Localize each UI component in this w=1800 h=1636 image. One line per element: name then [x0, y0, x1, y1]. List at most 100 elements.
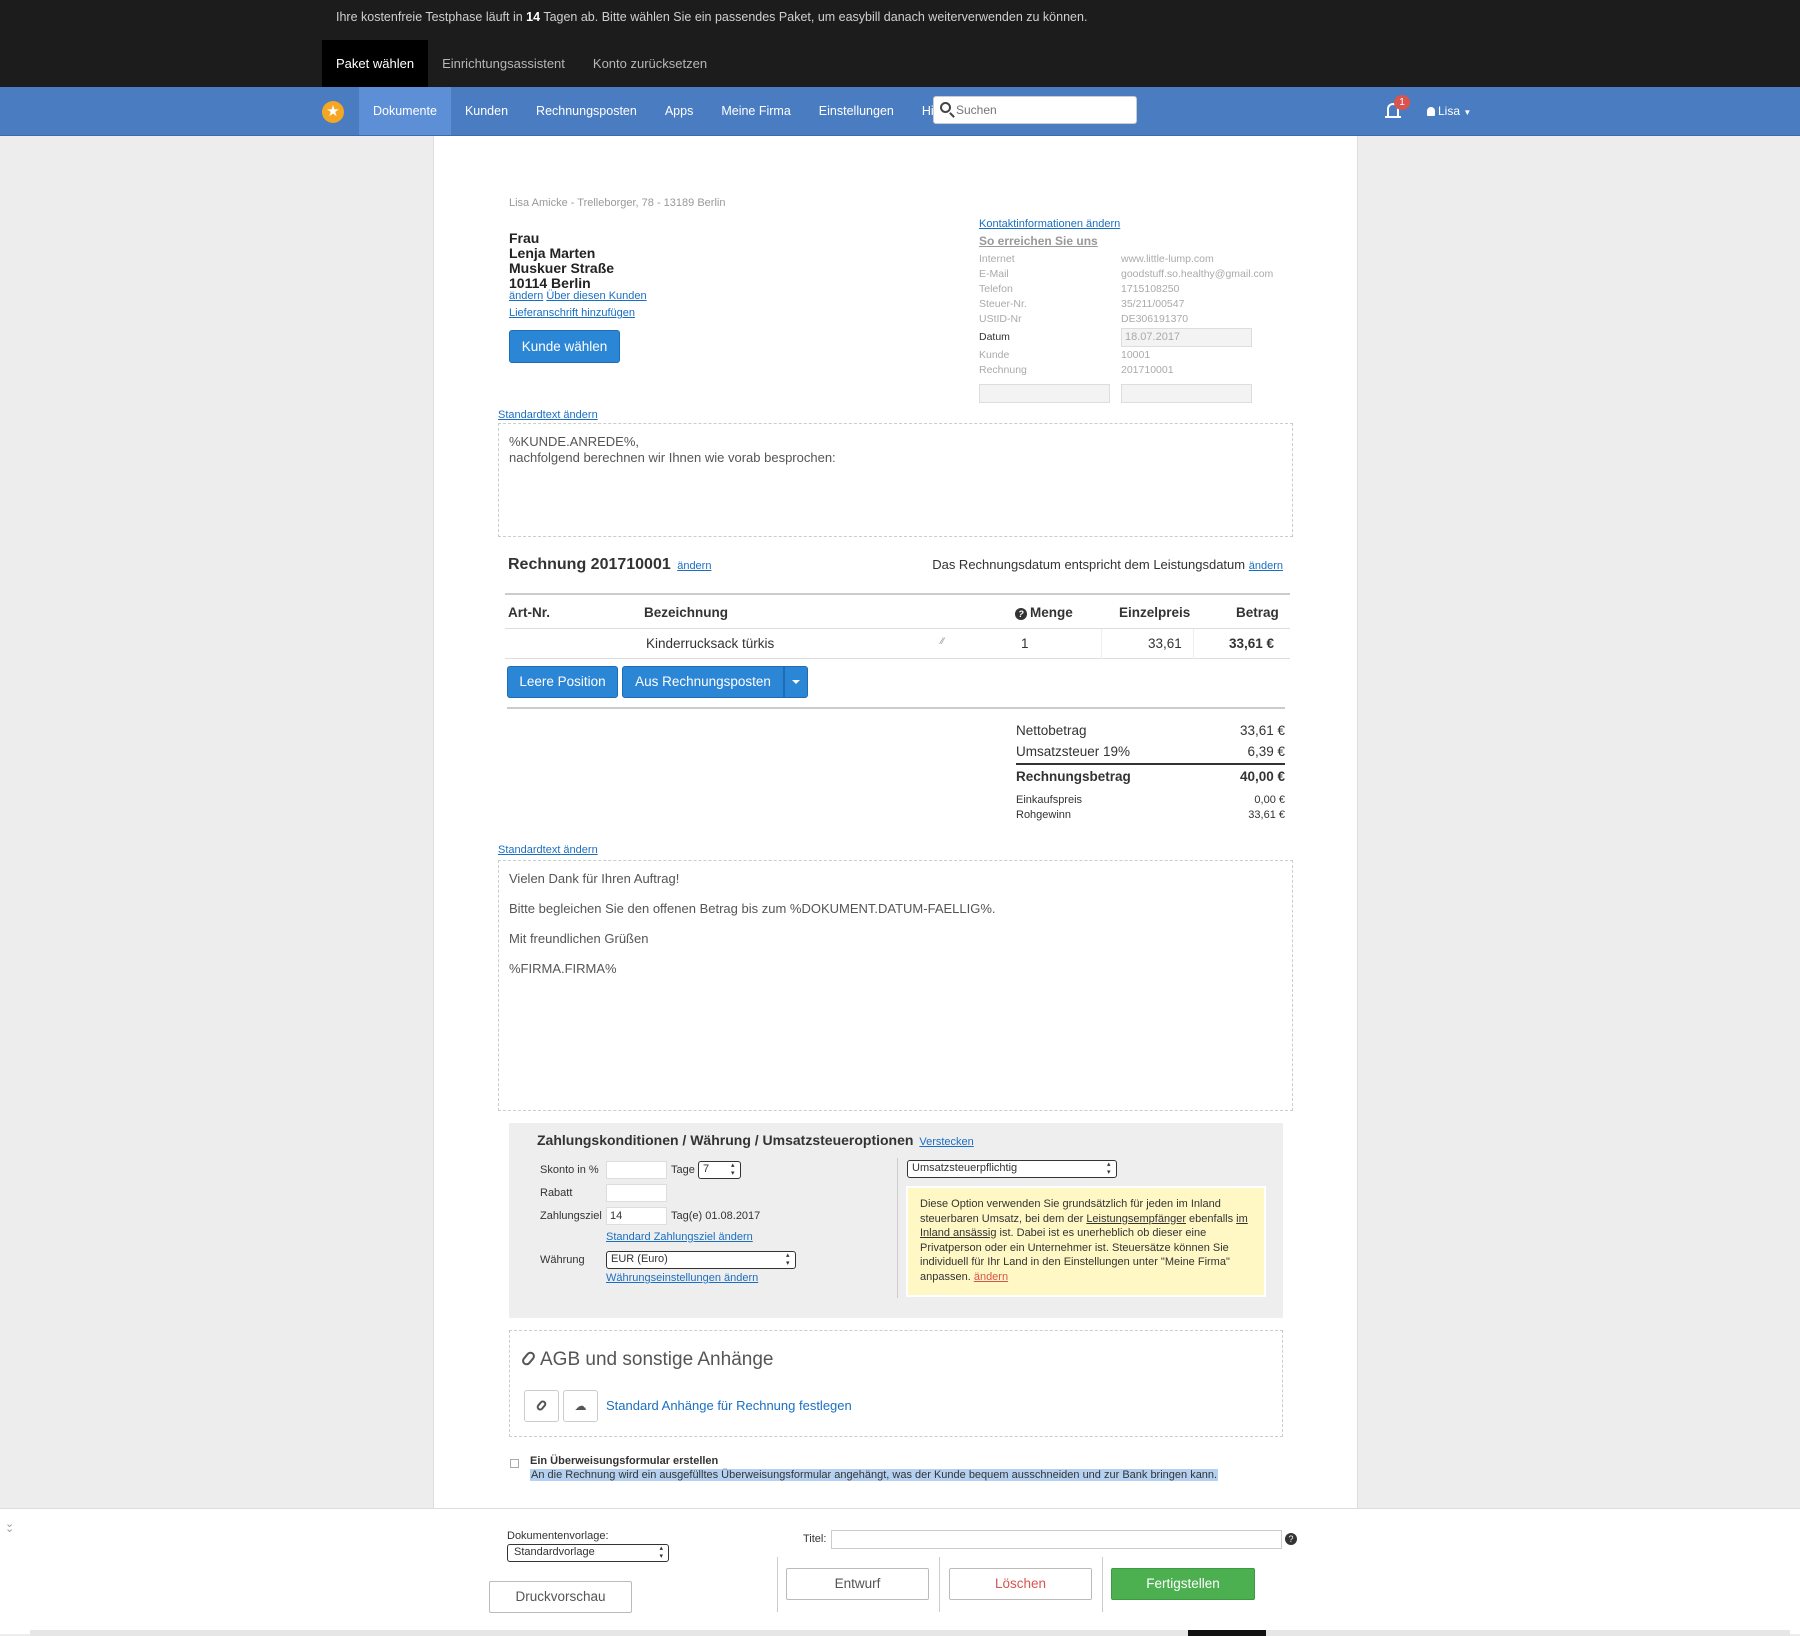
notification-badge: 1 — [1394, 95, 1410, 110]
template-select[interactable]: Standardvorlage ▴ ▾ — [507, 1544, 669, 1562]
nav-menu: Dokumente Kunden Rechnungsposten Apps Me… — [359, 87, 968, 135]
reach-us-title: So erreichen Sie uns — [979, 234, 1098, 248]
service-date-text: Das Rechnungsdatum entspricht dem Leistu… — [932, 557, 1246, 572]
tab-paket-waehlen[interactable]: Paket wählen — [322, 40, 429, 87]
info-value: 1715108250 — [1121, 283, 1180, 295]
tage-select[interactable]: 7 — [698, 1161, 741, 1179]
currency-select[interactable]: EUR (Euro) — [606, 1251, 796, 1269]
info-label: Internet — [979, 253, 1015, 265]
standard-attachments-link[interactable]: Standard Anhänge für Rechnung festlegen — [606, 1398, 852, 1413]
custom-field-2[interactable] — [1121, 384, 1252, 403]
paperclip-icon — [535, 1399, 548, 1412]
zahlungsziel-input[interactable]: 14 — [606, 1207, 667, 1225]
rabatt-label: Rabatt — [540, 1187, 573, 1199]
hide-payment-link[interactable]: Verstecken — [919, 1136, 973, 1148]
tax-settings-change-link[interactable]: ändern — [974, 1271, 1008, 1283]
recipient-salutation: Frau — [509, 230, 540, 246]
finish-button[interactable]: Fertigstellen — [1111, 1568, 1255, 1600]
about-customer-link[interactable]: Über diesen Kunden — [546, 290, 646, 302]
rabatt-input[interactable] — [606, 1184, 667, 1202]
col-betrag: Betrag — [1236, 605, 1279, 620]
tax-option-select[interactable]: Umsatzsteuerpflichtig — [907, 1160, 1117, 1178]
easybill-logo-icon[interactable]: ★ — [322, 101, 344, 123]
tax-label: Umsatzsteuer 19% — [1016, 744, 1131, 759]
payment-title: Zahlungskonditionen / Währung / Umsatzst… — [537, 1132, 974, 1148]
standard-zahlungsziel-link[interactable]: Standard Zahlungsziel ändern — [606, 1231, 753, 1243]
row-bezeichnung[interactable]: Kinderrucksack türkis — [646, 636, 774, 651]
service-date-change-link[interactable]: ändern — [1249, 560, 1283, 572]
add-delivery-address-link[interactable]: Lieferanschrift hinzufügen — [509, 307, 635, 319]
transfer-form-checkbox[interactable] — [510, 1459, 519, 1468]
bottom-scrollbar-thumb[interactable] — [1188, 1630, 1266, 1636]
invoice-number-change-link[interactable]: ändern — [677, 560, 711, 572]
invoice-number: Rechnung 201710001 — [508, 556, 671, 573]
contact-info-change-link[interactable]: Kontaktinformationen ändern — [979, 218, 1120, 230]
from-items-button[interactable]: Aus Rechnungsposten — [622, 666, 784, 698]
nav-item-apps[interactable]: Apps — [651, 87, 708, 135]
intro-text-change-link[interactable]: Standardtext ändern — [498, 409, 598, 421]
info-label: Rechnung — [979, 364, 1027, 376]
invoice-title: Rechnung 201710001 ändern — [508, 556, 711, 574]
attach-file-button[interactable] — [524, 1390, 559, 1422]
notice-text: ebenfalls — [1186, 1212, 1237, 1225]
skonto-input[interactable] — [606, 1161, 667, 1179]
nav-item-meine-firma[interactable]: Meine Firma — [707, 87, 804, 135]
change-customer-link[interactable]: ändern — [509, 290, 543, 302]
tage-value: 7 — [703, 1163, 710, 1175]
search-icon — [940, 102, 951, 113]
date-label: Datum — [979, 331, 1010, 343]
table-row[interactable]: Kinderrucksack türkis ⁄⁄ 1 33,61 33,61 € — [505, 629, 1290, 659]
purchase-label: Einkaufspreis — [1016, 794, 1083, 806]
select-arrows-icon: ▴ ▾ — [659, 1545, 663, 1560]
nav-item-rechnungsposten[interactable]: Rechnungsposten — [522, 87, 651, 135]
date-input[interactable]: 18.07.2017 — [1121, 328, 1252, 347]
trial-message-text: Ihre kostenfreie Testphase läuft in — [336, 10, 527, 24]
custom-field-1[interactable] — [979, 384, 1110, 403]
recipient-links: ändern Über diesen Kunden — [509, 290, 647, 302]
outro-line: Bitte begleichen Sie den offenen Betrag … — [509, 901, 996, 916]
separator — [1102, 1557, 1103, 1612]
tax-row: Umsatzsteuer 19% 6,39 € — [1016, 742, 1285, 763]
caret-down-icon — [792, 680, 800, 684]
collapse-icon[interactable]: ⌄ ⌄ — [5, 1519, 14, 1535]
profit-value: 33,61 € — [1248, 809, 1285, 821]
net-label: Nettobetrag — [1016, 723, 1087, 738]
tax-option-notice: Diese Option verwenden Sie grundsätzlich… — [906, 1186, 1266, 1297]
qty-cell — [1016, 629, 1102, 659]
currency-label: Währung — [540, 1254, 585, 1266]
nav-item-einstellungen[interactable]: Einstellungen — [805, 87, 908, 135]
intro-text-editor[interactable]: %KUNDE.ANREDE%, nachfolgend berechnen wi… — [498, 423, 1293, 537]
help-icon[interactable]: ? — [1285, 1533, 1297, 1545]
resize-grip-icon[interactable]: ⁄⁄ — [941, 636, 944, 646]
empty-position-button[interactable]: Leere Position — [507, 666, 618, 698]
outro-text-change-link[interactable]: Standardtext ändern — [498, 844, 598, 856]
nav-item-dokumente[interactable]: Dokumente — [359, 87, 451, 135]
outro-text-editor[interactable]: Vielen Dank für Ihren Auftrag! Bitte beg… — [498, 860, 1293, 1111]
totals: Nettobetrag 33,61 € Umsatzsteuer 19% 6,39 … — [1016, 721, 1285, 824]
row-einzelpreis[interactable]: 33,61 — [1148, 636, 1182, 651]
cloud-upload-button[interactable]: ☁ — [563, 1390, 598, 1422]
tab-einrichtungsassistent[interactable]: Einrichtungsassistent — [428, 40, 579, 87]
draft-button[interactable]: Entwurf — [786, 1568, 929, 1600]
leistungsempfaenger-link[interactable]: Leistungsempfänger — [1086, 1213, 1186, 1225]
user-menu[interactable]: Lisa ▼ — [1427, 87, 1471, 137]
currency-settings-link[interactable]: Währungseinstellungen ändern — [606, 1272, 758, 1284]
search-input[interactable] — [956, 101, 1132, 119]
from-items-dropdown-button[interactable] — [784, 666, 808, 698]
tab-konto-zuruecksetzen[interactable]: Konto zurücksetzen — [579, 40, 721, 87]
intro-line: %KUNDE.ANREDE%, — [509, 434, 640, 449]
delete-button[interactable]: Löschen — [949, 1568, 1092, 1600]
print-preview-button[interactable]: Druckvorschau — [489, 1581, 632, 1613]
bottom-action-bar: ⌄ ⌄ Dokumentenvorlage: Standardvorlage ▴ ▾ … — [0, 1508, 1800, 1634]
delivery-links: Lieferanschrift hinzufügen — [509, 307, 635, 319]
row-menge[interactable]: 1 — [1021, 636, 1029, 651]
nav-item-kunden[interactable]: Kunden — [451, 87, 522, 135]
recipient-city: 10114 Berlin — [509, 275, 591, 291]
payment-divider — [897, 1158, 898, 1298]
zahlungsziel-label: Zahlungsziel — [540, 1210, 602, 1222]
choose-customer-button[interactable]: Kunde wählen — [509, 330, 620, 363]
net-value: 33,61 € — [1239, 723, 1285, 738]
title-input[interactable] — [831, 1530, 1282, 1549]
question-icon[interactable]: ? — [1015, 608, 1027, 620]
col-menge: ? Menge — [1015, 605, 1073, 620]
